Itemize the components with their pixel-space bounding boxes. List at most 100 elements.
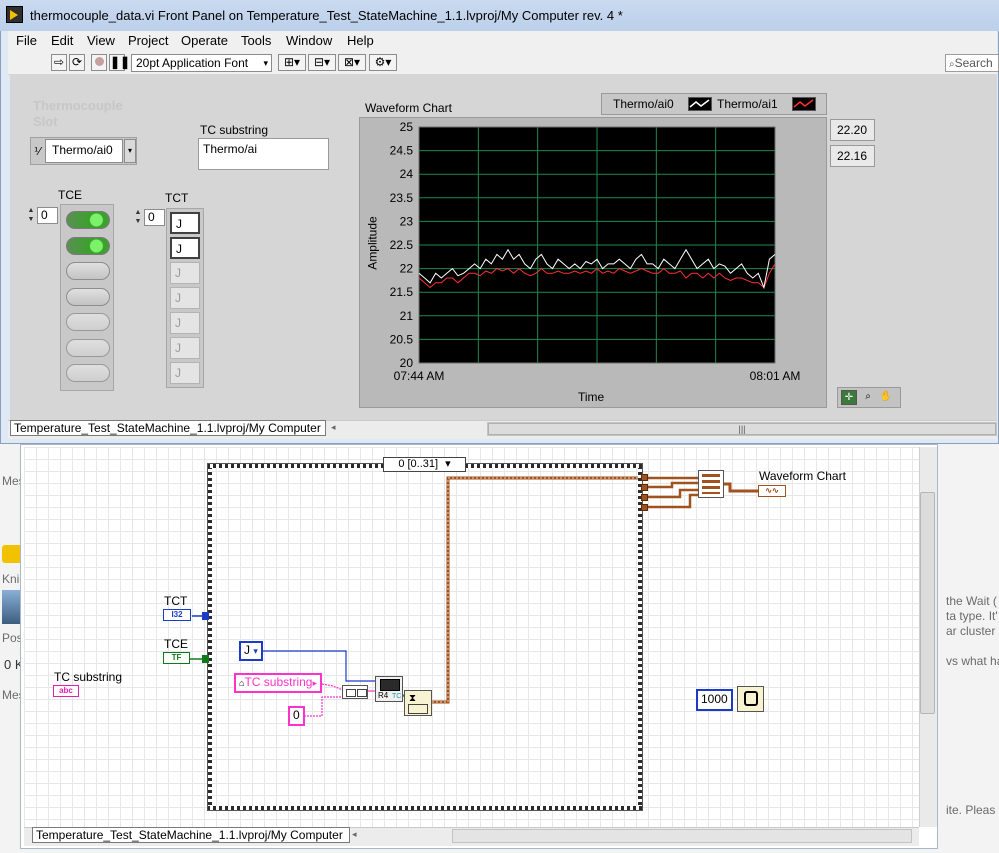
waveform-chart-terminal[interactable]: ∿∿ [758,485,786,497]
tce-led-6[interactable] [66,364,110,382]
tce-led-1[interactable] [66,236,110,255]
run-continuously-icon: ⟳ [71,55,83,69]
menu-project[interactable]: Project [128,33,168,48]
tct-index-value[interactable]: 0 [144,209,165,226]
reorder-button[interactable]: ⚙▾ [369,54,397,71]
menu-window[interactable]: Window [286,33,332,48]
tc-substring-terminal[interactable]: abc [53,685,79,697]
menu-tools[interactable]: Tools [241,33,271,48]
scroll-left-icon[interactable]: ◂ [352,829,357,840]
tct-terminal-label: TCT [164,594,188,608]
legend-series-0-name: Thermo/ai0 [613,97,674,111]
tct-input-tunnel[interactable] [202,612,209,620]
string-icon [346,689,356,697]
menu-file[interactable]: File [16,33,37,48]
pause-button[interactable]: ❚❚ [109,54,130,71]
chart-x-tick-label: 08:01 AM [750,369,801,383]
block-diagram-vertical-thumb[interactable] [920,492,935,714]
waveform-icon: ∿∿ [765,486,779,495]
increment-icon[interactable]: ▲ [133,209,143,216]
chart-y-tick-label: 24 [400,167,414,181]
tce-index-display[interactable]: ▲ ▼ 0 [26,206,58,226]
tct-index-display[interactable]: ▲ ▼ 0 [133,208,165,228]
menu-help[interactable]: Help [347,33,374,48]
chevron-down-icon[interactable]: ▾ [253,646,258,656]
wait-ms-constant[interactable]: 1000 [696,689,733,711]
front-panel-horizontal-scrollbar[interactable]: ||| [487,422,997,436]
legend-series-0-swatch[interactable] [688,97,712,111]
pan-tool-icon[interactable]: ✋ [878,390,894,405]
output-tunnel-2[interactable] [641,484,648,491]
tc-type-constant[interactable]: J ▾ [239,641,263,661]
menu-bar: File Edit View Project Operate Tools Win… [8,31,997,51]
tct-cell-3[interactable]: J [170,287,200,309]
increment-icon[interactable]: ▲ [26,207,36,214]
font-selector[interactable]: 20pt Application Font ▾ [131,54,272,72]
for-loop-structure[interactable] [202,458,648,816]
chart-y-tick-label: 21.5 [390,285,414,299]
output-tunnel-4[interactable] [641,504,648,511]
tct-cell-4[interactable]: J [170,312,200,334]
block-diagram-project-path[interactable]: Temperature_Test_StateMachine_1.1.lvproj… [32,827,350,843]
tct-terminal[interactable]: I32 [163,609,191,621]
scroll-left-icon[interactable]: ◂ [331,422,336,433]
tc-type-constant-value: J [244,643,250,657]
tce-led-0[interactable] [66,211,110,229]
tce-led-4[interactable] [66,313,110,331]
channel-select-value[interactable]: Thermo/ai0 [45,139,123,163]
zoom-tool-icon[interactable]: ⌕ [860,390,876,405]
block-diagram-horizontal-scrollbar[interactable] [452,829,912,843]
labview-vi-icon [6,6,23,23]
menu-edit[interactable]: Edit [51,33,73,48]
chart-y-tick-label: 25 [400,120,414,134]
tc-substring-input[interactable]: Thermo/ai [198,138,329,170]
wait-ms-node[interactable] [737,686,764,712]
distribute-objects-button[interactable]: ⊟▾ [308,54,336,71]
tct-cell-0[interactable]: J [170,212,200,234]
daq-read-node[interactable]: ⧗ [404,690,432,716]
tc-substring-local-variable[interactable]: ⌂TC substring▸ [234,673,322,693]
chevron-down-icon[interactable]: ▾ [445,458,451,470]
window-title: thermocouple_data.vi Front Panel on Temp… [30,8,623,23]
chevron-down-icon[interactable]: ▾ [124,139,136,163]
decrement-icon[interactable]: ▼ [26,216,36,223]
case-selector[interactable]: 0 [0..31] ▾ [383,457,466,472]
tct-cell-6[interactable]: J [170,362,200,384]
channel-select-control[interactable]: ⅟ Thermo/ai0 ▾ [30,137,137,165]
run-button[interactable]: ⇨ [51,54,67,71]
front-panel-horizontal-thumb[interactable]: ||| [488,423,996,435]
bundle-node[interactable] [698,470,724,498]
tce-input-tunnel[interactable] [202,655,209,663]
menu-view[interactable]: View [87,33,115,48]
legend-series-1-swatch[interactable] [792,97,816,111]
cursor-tool-icon[interactable]: ✛ [841,390,857,405]
graph-palette: ✛ ⌕ ✋ [837,387,901,408]
tct-cell-5[interactable]: J [170,337,200,359]
chart-y-tick-label: 21 [400,309,414,323]
menu-operate[interactable]: Operate [181,33,228,48]
tce-led-5[interactable] [66,338,110,357]
chart-x-axis-label: Time [578,390,605,404]
tce-terminal[interactable]: TF [163,652,190,664]
search-input[interactable]: ⌕Search [945,54,999,72]
align-objects-button[interactable]: ⊞▾ [278,54,306,71]
abort-button[interactable] [91,54,107,71]
zero-constant[interactable]: 0 [288,706,305,726]
decrement-icon[interactable]: ▼ [133,218,143,225]
output-tunnel-1[interactable] [641,474,648,481]
chart-y-tick-label: 22.5 [390,238,414,252]
tce-terminal-label: TCE [164,637,188,651]
tct-cell-1[interactable]: J [170,237,200,259]
tce-led-3[interactable] [66,287,110,306]
toolbar: ⇨ ⟳ ❚❚ 20pt Application Font ▾ ⊞▾ ⊟▾ ⊠▾ … [8,51,997,75]
output-tunnel-3[interactable] [641,494,648,501]
tct-cell-2[interactable]: J [170,262,200,284]
chart-legend[interactable]: Thermo/ai0 Thermo/ai1 [601,93,827,115]
tce-led-2[interactable] [66,262,110,280]
concatenate-strings-node[interactable] [342,685,368,699]
run-continuously-button[interactable]: ⟳ [69,54,85,71]
tce-index-value[interactable]: 0 [37,207,58,224]
series-0-digital-display: 22.20 [830,119,875,141]
resize-objects-button[interactable]: ⊠▾ [338,54,366,71]
front-panel-project-path[interactable]: Temperature_Test_StateMachine_1.1.lvproj… [10,420,326,436]
